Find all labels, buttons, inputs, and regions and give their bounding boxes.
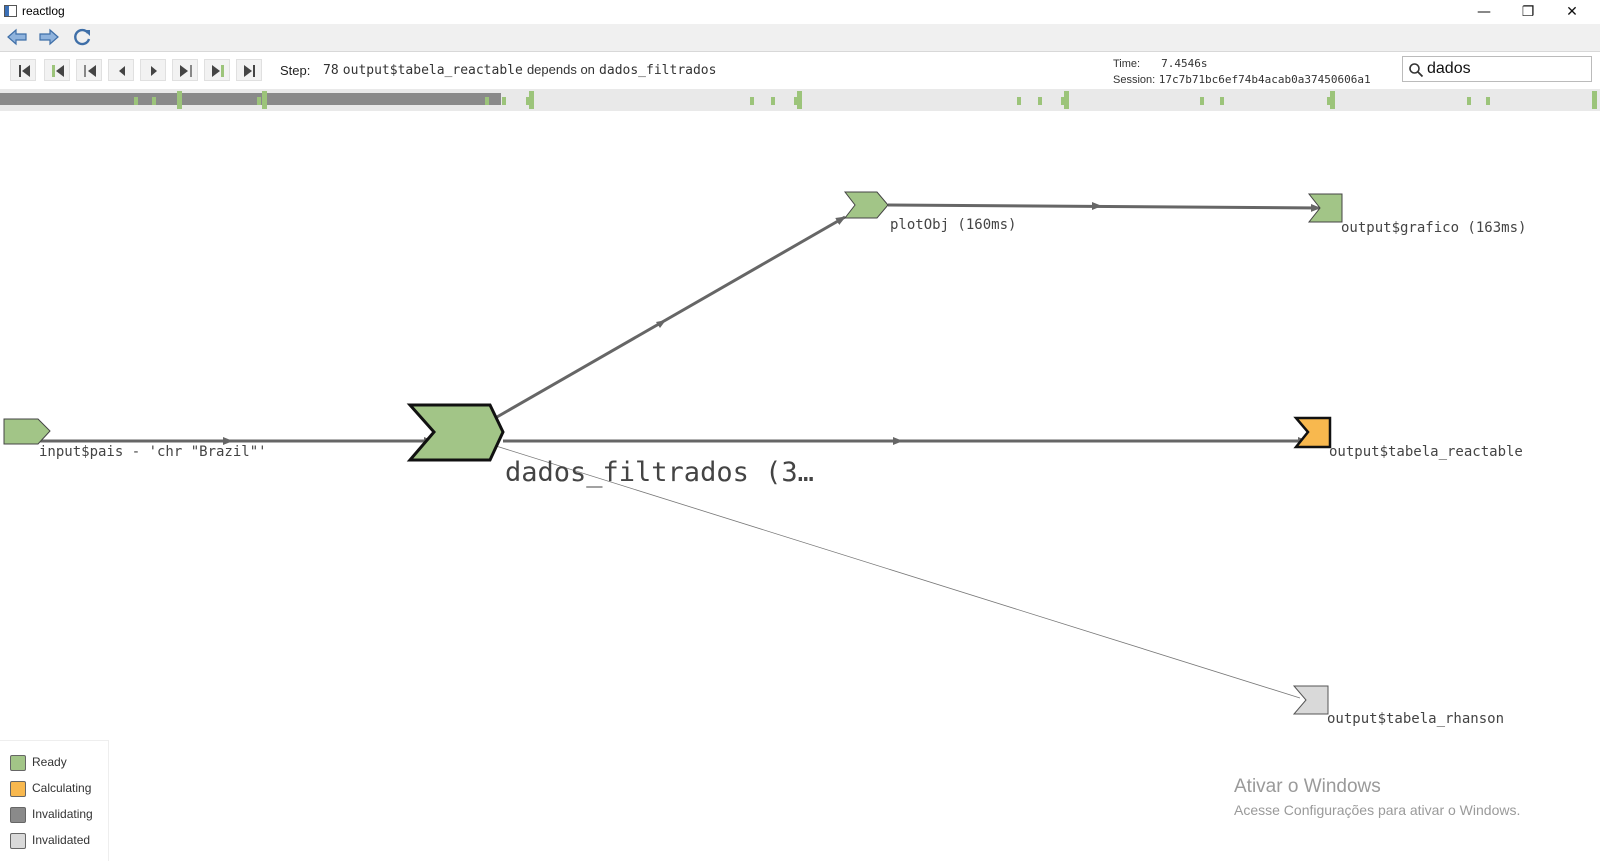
node-output-rhanson[interactable] xyxy=(1292,685,1329,715)
step-controls-bar: Step: 78 output$tabela_reactable depends… xyxy=(0,52,1600,88)
legend-swatch-invalidating xyxy=(10,807,26,823)
first-step-button[interactable] xyxy=(10,59,36,81)
close-button[interactable]: ✕ xyxy=(1550,0,1594,24)
step-label: Step: xyxy=(280,63,311,78)
window-title: reactlog xyxy=(22,4,65,18)
session-label: Session: xyxy=(1113,74,1156,86)
label-output-reactable: output$tabela_reactable xyxy=(1329,444,1523,460)
timeline-tick xyxy=(1038,97,1042,105)
minimize-button[interactable]: — xyxy=(1462,0,1506,24)
watermark-title: Ativar o Windows xyxy=(1234,776,1381,797)
label-output-grafico: output$grafico (163ms) xyxy=(1341,220,1526,236)
window-title-bar: reactlog — ❐ ✕ xyxy=(0,0,1600,24)
timeline-tick xyxy=(1467,97,1471,105)
step-connector: depends on xyxy=(526,62,595,77)
time-session-info: Time: 7.4546s Session: 17c7b71bc6ef74b4a… xyxy=(1113,56,1371,88)
node-dados-filtrados[interactable] xyxy=(406,403,505,462)
legend-label: Invalidating xyxy=(32,807,93,821)
status-legend: Ready Calculating Invalidating Invalidat… xyxy=(0,740,109,861)
step-target-name: dados_filtrados xyxy=(599,63,717,78)
app-icon xyxy=(4,5,17,17)
reactivity-graph[interactable]: input$pais - 'chr "Brazil"' dados_filtra… xyxy=(0,111,1600,741)
refresh-icon[interactable] xyxy=(72,27,94,47)
edge-plotobj-to-grafico xyxy=(887,203,1321,212)
timeline-tick xyxy=(502,97,506,105)
step-number: 78 xyxy=(323,63,339,78)
timeline-tick xyxy=(1592,91,1597,109)
label-input-pais: input$pais - 'chr "Brazil"' xyxy=(39,444,267,460)
time-label: Time: xyxy=(1113,58,1141,70)
timeline-tick xyxy=(1330,91,1335,109)
timeline-tick xyxy=(134,97,138,105)
legend-swatch-calculating xyxy=(10,781,26,797)
timeline-tick xyxy=(1064,91,1069,109)
search-field[interactable] xyxy=(1402,56,1592,82)
legend-swatch-ready xyxy=(10,755,26,771)
prev-idle-button[interactable] xyxy=(44,59,70,81)
timeline-tick xyxy=(771,97,775,105)
timeline-tick xyxy=(1017,97,1021,105)
timeline-tick xyxy=(152,97,156,105)
next-step-button[interactable] xyxy=(140,59,166,81)
edge-arrowhead xyxy=(1092,202,1102,210)
next-idle-button[interactable] xyxy=(204,59,230,81)
timeline-tick xyxy=(529,91,534,109)
prev-cycle-button[interactable] xyxy=(76,59,102,81)
browser-nav-bar xyxy=(0,24,1600,52)
search-input[interactable] xyxy=(1427,59,1587,79)
timeline-progress xyxy=(0,93,501,105)
label-plotobj: plotObj (160ms) xyxy=(890,217,1016,233)
prev-step-button[interactable] xyxy=(108,59,134,81)
timeline-tick xyxy=(1486,97,1490,105)
legend-label: Ready xyxy=(32,755,67,769)
timeline-tick xyxy=(797,91,802,109)
time-value: 7.4546s xyxy=(1161,57,1208,70)
timeline-tick xyxy=(257,97,261,105)
restore-button[interactable]: ❐ xyxy=(1506,0,1550,24)
timeline-bar[interactable] xyxy=(0,89,1600,111)
search-icon xyxy=(1409,63,1424,78)
timeline-tick xyxy=(750,97,754,105)
last-step-button[interactable] xyxy=(236,59,262,81)
edge-arrowhead xyxy=(656,320,666,328)
node-output-reactable[interactable] xyxy=(1293,416,1332,449)
node-plotobj[interactable] xyxy=(843,191,889,219)
legend-label: Invalidated xyxy=(32,833,91,847)
label-dados-filtrados: dados_filtrados (3… xyxy=(505,457,814,488)
timeline-tick xyxy=(262,91,267,109)
forward-arrow-icon[interactable] xyxy=(38,27,60,47)
next-cycle-button[interactable] xyxy=(172,59,198,81)
timeline-tick xyxy=(485,97,489,105)
label-output-rhanson: output$tabela_rhanson xyxy=(1327,711,1504,727)
timeline-tick xyxy=(1200,97,1204,105)
edge-dados-to-plotobj xyxy=(489,215,846,423)
windows-activation-watermark: Ativar o Windows Acesse Configurações pa… xyxy=(1234,776,1520,818)
legend-label: Calculating xyxy=(32,781,92,795)
step-description: 78 output$tabela_reactable depends on da… xyxy=(323,62,716,78)
session-value: 17c7b71bc6ef74b4acab0a37450606a1 xyxy=(1158,73,1371,86)
timeline-tick xyxy=(177,91,182,109)
edge-arrowhead xyxy=(893,437,903,445)
step-output-name: output$tabela_reactable xyxy=(342,63,523,78)
watermark-subtitle: Acesse Configurações para ativar o Windo… xyxy=(1234,802,1521,818)
back-arrow-icon[interactable] xyxy=(6,27,28,47)
timeline-tick xyxy=(1220,97,1224,105)
legend-swatch-invalidated xyxy=(10,833,26,849)
